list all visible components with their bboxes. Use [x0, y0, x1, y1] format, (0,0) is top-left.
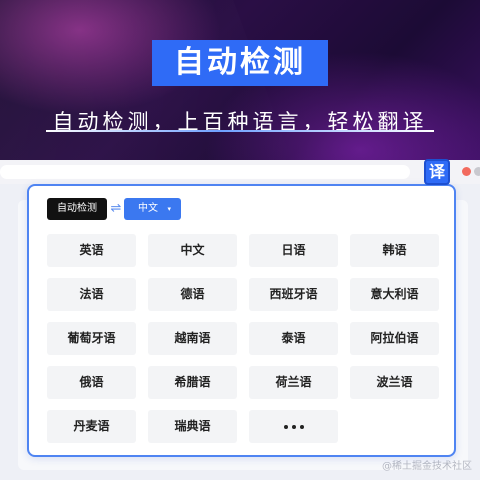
- swap-icon[interactable]: ⇌: [109, 200, 123, 218]
- chevron-down-icon: ▾: [167, 205, 171, 213]
- address-bar[interactable]: [0, 165, 410, 179]
- banner-headline: 自动检测: [152, 40, 328, 86]
- subline-underline: [46, 130, 434, 132]
- language-option[interactable]: 西班牙语: [249, 278, 338, 311]
- language-option[interactable]: 丹麦语: [47, 410, 136, 443]
- language-option[interactable]: 荷兰语: [249, 366, 338, 399]
- more-languages-button[interactable]: [249, 410, 338, 443]
- language-option[interactable]: 波兰语: [350, 366, 439, 399]
- language-option[interactable]: 葡萄牙语: [47, 322, 136, 355]
- watermark: @稀土掘金技术社区: [382, 461, 472, 472]
- language-option[interactable]: 日语: [249, 234, 338, 267]
- language-option[interactable]: 中文: [148, 234, 237, 267]
- language-option[interactable]: 越南语: [148, 322, 237, 355]
- language-option[interactable]: 瑞典语: [148, 410, 237, 443]
- translate-button[interactable]: 译: [424, 159, 450, 185]
- language-option[interactable]: 法语: [47, 278, 136, 311]
- target-language-label: 中文: [138, 203, 158, 214]
- ellipsis-icon: [283, 424, 304, 429]
- language-panel: 自动检测 ⇌ 中文 ▾ 英语 中文 日语 韩语 法语 德语 西班牙语 意大利语 …: [27, 184, 456, 457]
- language-option[interactable]: 韩语: [350, 234, 439, 267]
- language-option[interactable]: 德语: [148, 278, 237, 311]
- language-option[interactable]: 希腊语: [148, 366, 237, 399]
- language-option[interactable]: 阿拉伯语: [350, 322, 439, 355]
- source-language-button[interactable]: 自动检测: [47, 198, 107, 220]
- language-grid: 英语 中文 日语 韩语 法语 德语 西班牙语 意大利语 葡萄牙语 越南语 泰语 …: [47, 234, 443, 443]
- language-option[interactable]: 泰语: [249, 322, 338, 355]
- window-close-dot[interactable]: [462, 167, 471, 176]
- target-language-dropdown[interactable]: 中文 ▾: [124, 198, 181, 220]
- language-option[interactable]: 英语: [47, 234, 136, 267]
- language-option[interactable]: 意大利语: [350, 278, 439, 311]
- language-option[interactable]: 俄语: [47, 366, 136, 399]
- window-dot[interactable]: [474, 167, 480, 176]
